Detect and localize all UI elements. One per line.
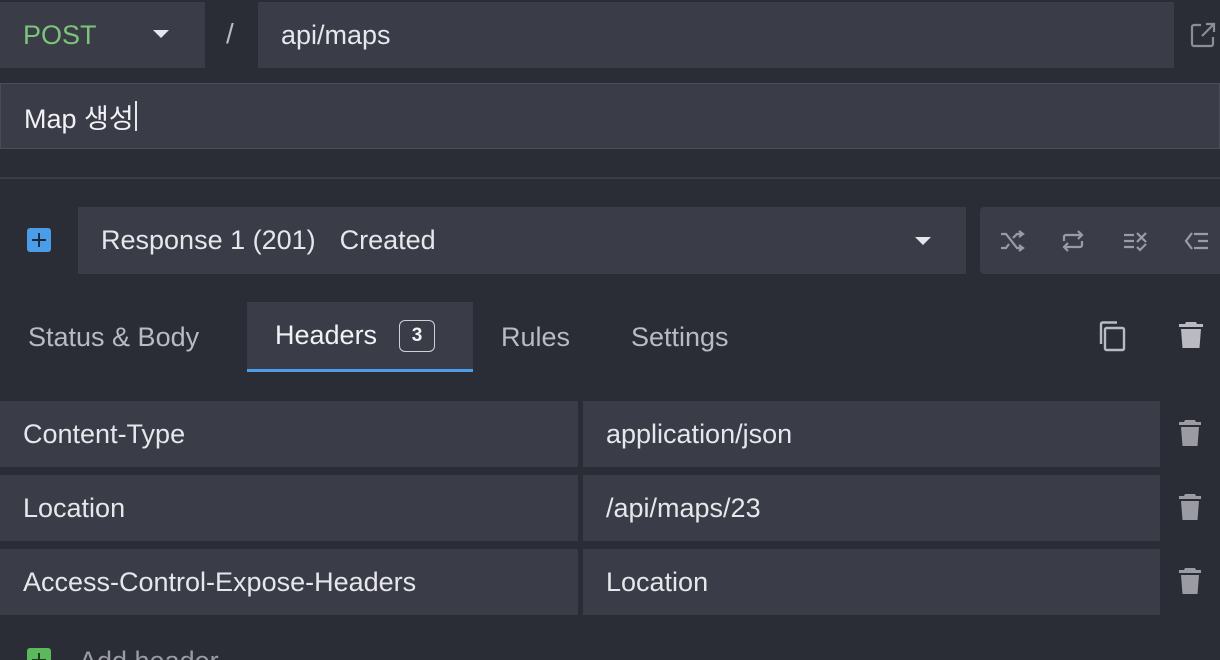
- tab-headers[interactable]: Headers 3: [247, 302, 473, 372]
- disable-rules-icon[interactable]: [1122, 229, 1148, 253]
- header-value-input[interactable]: Location: [583, 549, 1160, 615]
- tab-status-body[interactable]: Status & Body: [28, 302, 199, 372]
- header-key-input[interactable]: Access-Control-Expose-Headers: [0, 549, 578, 615]
- tab-headers-label: Headers: [275, 320, 378, 350]
- headers-count-badge: 3: [399, 319, 436, 352]
- tab-settings[interactable]: Settings: [631, 302, 729, 372]
- trash-icon[interactable]: [1178, 567, 1202, 595]
- trash-icon[interactable]: [1178, 493, 1202, 521]
- response-status-text: Created: [339, 225, 436, 255]
- repeat-icon[interactable]: [1060, 229, 1086, 253]
- response-select[interactable]: Response 1 (201) Created: [78, 207, 966, 274]
- header-value-input[interactable]: application/json: [583, 401, 1160, 467]
- header-value-input[interactable]: /api/maps/23: [583, 475, 1160, 541]
- route-name-input[interactable]: Map 생성: [0, 83, 1220, 149]
- trash-icon[interactable]: [1178, 419, 1202, 447]
- external-link-icon[interactable]: [1188, 20, 1218, 50]
- method-select[interactable]: POST: [0, 2, 205, 68]
- add-header-label: Add header: [79, 646, 219, 660]
- trash-icon[interactable]: [1178, 320, 1204, 350]
- route-name-text: Map 생성: [24, 103, 134, 134]
- header-key-input[interactable]: Location: [0, 475, 578, 541]
- text-cursor: [134, 101, 137, 131]
- response-toolbar: [980, 207, 1220, 274]
- add-header-button[interactable]: Add header: [27, 646, 219, 660]
- header-row: Access-Control-Expose-Headers Location: [0, 549, 1220, 615]
- copy-icon[interactable]: [1097, 320, 1127, 352]
- chevron-down-icon: [915, 237, 931, 245]
- fallback-icon[interactable]: [1184, 229, 1210, 253]
- plus-icon: [27, 648, 51, 660]
- header-key-input[interactable]: Content-Type: [0, 401, 578, 467]
- add-response-icon[interactable]: [27, 228, 51, 252]
- tab-rules[interactable]: Rules: [501, 302, 570, 372]
- header-row: Location /api/maps/23: [0, 475, 1220, 541]
- section-divider: [0, 177, 1220, 179]
- shuffle-icon[interactable]: [999, 229, 1025, 253]
- response-label: Response 1 (201): [101, 225, 316, 255]
- method-label: POST: [23, 19, 97, 50]
- path-input[interactable]: api/maps: [258, 2, 1174, 68]
- path-separator: /: [226, 18, 234, 49]
- chevron-down-icon: [153, 30, 169, 38]
- header-row: Content-Type application/json: [0, 401, 1220, 467]
